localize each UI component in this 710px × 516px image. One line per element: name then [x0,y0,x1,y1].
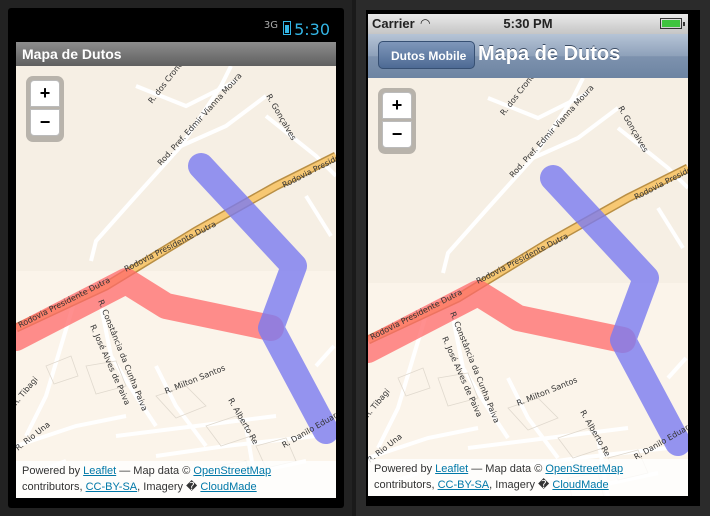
map-tiles: Rodovia Presidente Dutra Rodovia Preside… [368,78,688,496]
zoom-out-button[interactable]: − [382,121,412,148]
back-button[interactable]: Dutos Mobile [378,41,476,69]
openstreetmap-link[interactable]: OpenStreetMap [545,463,623,475]
zoom-in-button[interactable]: + [382,92,412,119]
leaflet-link[interactable]: Leaflet [83,465,116,477]
map-view[interactable]: Rodovia Presidente Dutra Rodovia Preside… [368,78,688,496]
attribution-text: Powered by [22,465,81,477]
iphone-clock: 5:30 PM [503,16,553,31]
map-attribution: Powered by Leaflet — Map data © OpenStre… [368,459,688,496]
battery-icon [283,21,291,35]
navigation-bar: Dutos Mobile Mapa de Dutos [368,34,688,79]
cloudmade-link[interactable]: CloudMade [552,479,608,491]
zoom-out-button[interactable]: − [30,109,60,136]
android-device: 3G 5:30 Mapa de Dutos Rodovia Presidente… [0,0,352,516]
leaflet-link[interactable]: Leaflet [435,463,468,475]
attribution-text: Powered by [374,463,433,475]
attribution-text: — Map data © [119,465,191,477]
iphone-status-bar: Carrier ◠ 5:30 PM [368,14,688,34]
page-title: Mapa de Dutos [22,46,122,62]
page-title: Mapa de Dutos [478,43,621,65]
android-clock: 5:30 [294,20,330,39]
attribution-text: contributors, [374,479,435,491]
iphone-device: Carrier ◠ 5:30 PM Dutos Mobile Mapa de D… [356,0,710,516]
android-title-bar: Mapa de Dutos [16,42,336,67]
cloudmade-link[interactable]: CloudMade [200,481,256,493]
zoom-control: + − [26,76,64,142]
zoom-control: + − [378,88,416,154]
zoom-in-button[interactable]: + [30,80,60,107]
attribution-text: , Imagery � [489,479,550,491]
attribution-text: — Map data © [471,463,543,475]
battery-icon [660,18,685,29]
map-attribution: Powered by Leaflet — Map data © OpenStre… [16,461,336,498]
license-link[interactable]: CC-BY-SA [438,479,490,491]
license-link[interactable]: CC-BY-SA [86,481,138,493]
map-view[interactable]: Rodovia Presidente Dutra Rodovia Preside… [16,66,336,498]
android-status-bar: 3G 5:30 [16,16,336,42]
openstreetmap-link[interactable]: OpenStreetMap [193,465,271,477]
network-indicator: 3G [263,20,278,31]
attribution-text: contributors, [22,481,83,493]
attribution-text: , Imagery � [137,481,198,493]
map-tiles: Rodovia Presidente Dutra Rodovia Preside… [16,66,336,498]
